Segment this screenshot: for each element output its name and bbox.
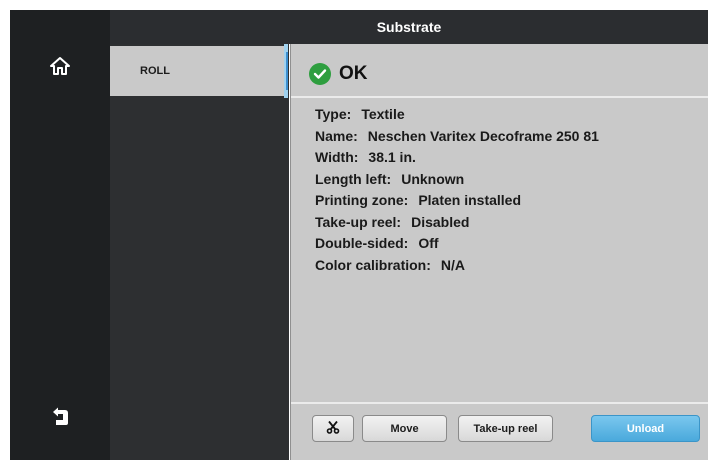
property-value: Unknown: [401, 170, 465, 187]
property-value: Textile: [361, 106, 405, 122]
property-key: Printing zone:: [315, 192, 409, 208]
substrate-detail-panel: OK Type: Textile Name: Neschen Varitex Dec…: [291, 44, 708, 460]
property-row-length-left: Length left: Unknown: [315, 171, 599, 193]
property-key: Color calibration:: [315, 256, 431, 273]
home-button[interactable]: [10, 38, 110, 98]
property-row-width: Width: 38.1 in.: [315, 149, 599, 171]
back-button[interactable]: [10, 388, 110, 448]
property-key: Width:: [315, 149, 359, 165]
scissors-icon: [326, 420, 340, 437]
unload-button[interactable]: Unload: [591, 415, 700, 442]
property-value: Disabled: [411, 213, 470, 230]
cut-button[interactable]: [312, 415, 354, 442]
property-key: Length left:: [315, 170, 392, 187]
property-value: Neschen Varitex Decoframe 250 81: [367, 127, 599, 144]
back-icon: [50, 406, 70, 431]
home-icon: [50, 56, 70, 81]
property-key: Take-up reel:: [315, 213, 402, 230]
property-key: Type:: [315, 106, 352, 122]
divider: [291, 96, 708, 98]
property-value: Off: [418, 235, 439, 251]
selection-indicator-accent: [286, 52, 288, 90]
left-rail: [10, 10, 110, 460]
property-row-name: Name: Neschen Varitex Decoframe 250 81: [315, 128, 599, 150]
property-row-take-up-reel: Take-up reel: Disabled: [315, 214, 599, 236]
substrate-list: ROLL: [110, 44, 292, 460]
check-circle-icon: [309, 63, 331, 85]
page-title: Substrate: [376, 19, 442, 35]
property-value: N/A: [440, 256, 466, 273]
list-item-roll[interactable]: ROLL: [110, 46, 284, 96]
property-row-type: Type: Textile: [315, 106, 599, 128]
status-indicator: OK: [309, 59, 368, 89]
property-row-color-calibration: Color calibration: N/A: [315, 257, 599, 279]
property-list: Type: Textile Name: Neschen Varitex Decofr…: [315, 106, 599, 278]
property-key: Double-sided:: [315, 235, 409, 251]
substrate-screen: Substrate ROLL OK Type: Textile Name: Nesc…: [0, 0, 708, 460]
divider: [291, 402, 708, 404]
list-item-label: ROLL: [140, 65, 170, 77]
property-row-double-sided: Double-sided: Off: [315, 235, 599, 257]
take-up-reel-button[interactable]: Take-up reel: [458, 415, 553, 442]
property-value: 38.1 in.: [368, 149, 416, 165]
page-header: Substrate: [110, 10, 708, 44]
move-button[interactable]: Move: [362, 415, 447, 442]
status-text: OK: [339, 63, 368, 84]
property-row-printing-zone: Printing zone: Platen installed: [315, 192, 599, 214]
property-value: Platen installed: [418, 192, 522, 208]
property-key: Name:: [315, 127, 358, 144]
